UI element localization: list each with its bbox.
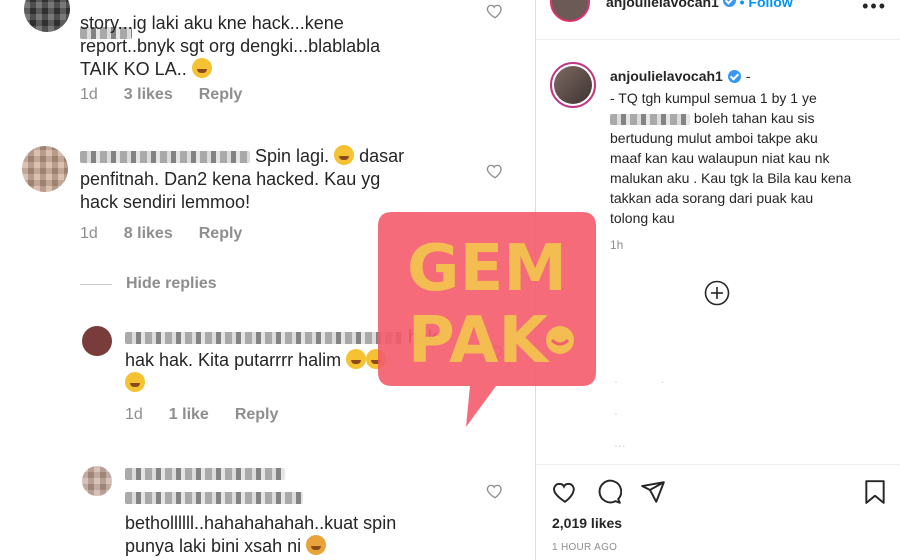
- censored-username: [125, 468, 285, 481]
- reply-text: bethollllll..hahahahahah..kuat spin puny…: [125, 513, 397, 556]
- divider-line: [80, 283, 112, 285]
- poster-username[interactable]: anjoulielavocah1 • Follow: [606, 0, 793, 10]
- verified-icon: [727, 69, 741, 83]
- replier-avatar[interactable]: [82, 466, 112, 496]
- comment-icon[interactable]: [596, 479, 622, 505]
- censored-username: [80, 151, 250, 164]
- laughing-emoji-icon: [346, 349, 367, 369]
- censored-username: [125, 332, 403, 345]
- comment-reply-button[interactable]: Reply: [199, 225, 243, 243]
- comment-reply-button[interactable]: Reply: [199, 86, 243, 104]
- more-icon[interactable]: •••: [862, 0, 887, 17]
- reply-reply-button[interactable]: Reply: [235, 406, 279, 424]
- plus-circle-icon[interactable]: [704, 280, 730, 306]
- heart-icon[interactable]: [486, 162, 504, 180]
- hide-replies-label: Hide replies: [126, 275, 217, 292]
- share-icon[interactable]: [640, 479, 666, 505]
- reply-likes-link[interactable]: 1 like: [169, 406, 209, 424]
- likes-count[interactable]: 2,019 likes: [552, 515, 622, 531]
- comments-panel: story...ig laki aku kne hack...kene repo…: [0, 0, 535, 560]
- heart-icon[interactable]: [552, 479, 578, 505]
- heart-icon[interactable]: [486, 343, 504, 361]
- commenter-avatar[interactable]: [22, 146, 68, 192]
- censored-username: [125, 492, 303, 505]
- comment-text: story...ig laki aku kne hack...kene repo…: [80, 13, 381, 79]
- comment-text: Spin lagi. dasar penfitnah. Dan2 kena ha…: [80, 145, 405, 212]
- follow-button[interactable]: • Follow: [740, 0, 793, 10]
- hide-replies-button[interactable]: Hide replies: [80, 275, 217, 293]
- comment-likes-link[interactable]: 8 likes: [124, 225, 173, 243]
- comment-meta: 1d 8 likes Reply: [80, 225, 242, 243]
- reply-username: [125, 462, 285, 485]
- censored-username: [610, 113, 690, 125]
- comment-likes-link[interactable]: 3 likes: [124, 86, 173, 104]
- reply-text: hak hak hak. Kita putarrrr halim: [125, 326, 437, 395]
- caption-time: 1h: [610, 238, 624, 252]
- laughing-emoji-icon: [125, 372, 145, 392]
- facepalm-emoji-icon: [306, 535, 327, 555]
- caption-avatar[interactable]: [550, 62, 596, 108]
- heart-icon[interactable]: [486, 2, 504, 20]
- faded-comments: . .....: [614, 370, 665, 450]
- post-panel: anjoulielavocah1 • Follow ••• anjouliela…: [535, 0, 900, 560]
- laughing-emoji-icon: [366, 349, 387, 369]
- comment-time: 1d: [80, 225, 98, 242]
- reply-meta: 1d 1 like Reply: [125, 406, 278, 424]
- post-header: anjoulielavocah1 • Follow •••: [536, 0, 900, 40]
- reply-username-line2: [125, 486, 303, 509]
- caption-username[interactable]: anjoulielavocah1 -: [610, 68, 751, 84]
- reply-time: 1d: [125, 406, 143, 423]
- post-actions: 2,019 likes 1 HOUR AGO: [536, 464, 900, 560]
- poster-avatar[interactable]: [550, 0, 590, 22]
- replier-avatar[interactable]: [82, 326, 112, 356]
- post-caption: - TQ tgh kumpul semua 1 by 1 ye boleh ta…: [610, 90, 852, 226]
- comment-meta: 1d 3 likes Reply: [80, 86, 242, 104]
- laughing-emoji-icon: [191, 58, 212, 78]
- bookmark-icon[interactable]: [862, 479, 888, 505]
- heart-icon[interactable]: [486, 482, 504, 500]
- post-time: 1 HOUR AGO: [552, 542, 618, 553]
- comment-time: 1d: [80, 86, 98, 103]
- laughing-emoji-icon: [334, 145, 355, 165]
- verified-icon: [722, 0, 736, 7]
- commenter-avatar[interactable]: [24, 0, 70, 32]
